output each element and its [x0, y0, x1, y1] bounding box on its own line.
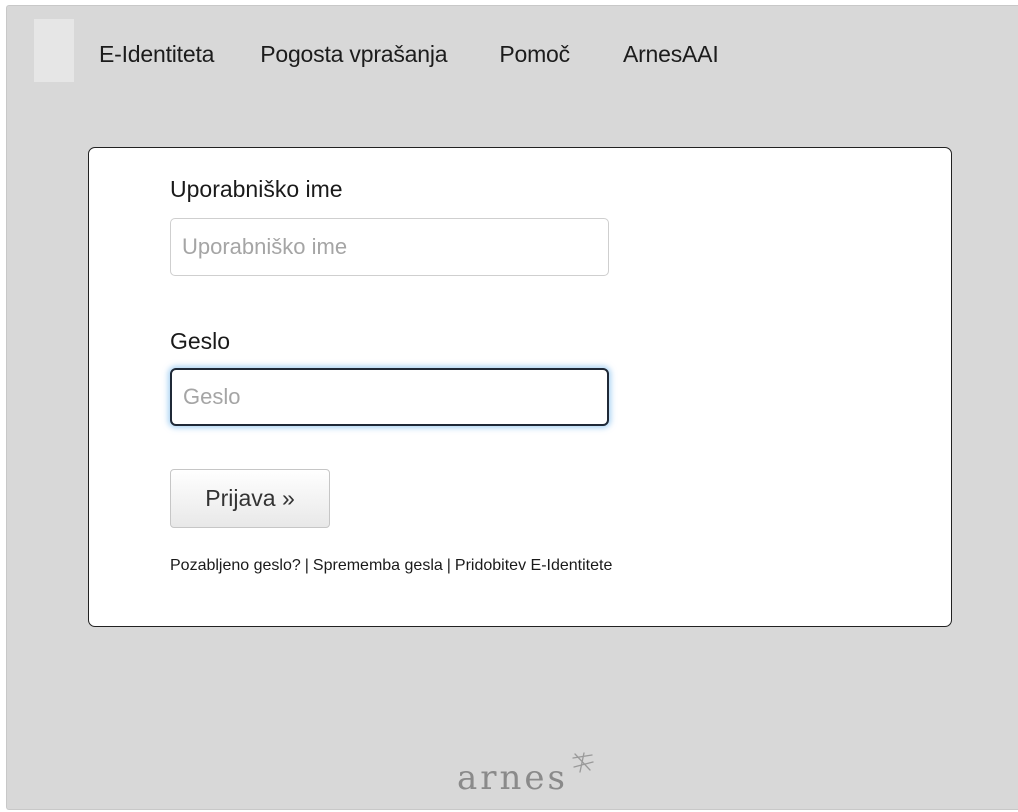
arnes-logo: arnes — [457, 752, 596, 798]
password-label: Geslo — [170, 328, 231, 354]
nav-link-e-identiteta[interactable]: E-Identiteta — [99, 41, 214, 68]
link-separator: | — [446, 557, 451, 574]
nav-link-help[interactable]: Pomoč — [499, 41, 570, 68]
nav-home-block[interactable] — [34, 19, 74, 82]
change-password-link[interactable]: Sprememba gesla — [313, 557, 443, 574]
username-input[interactable] — [170, 218, 609, 276]
login-button[interactable]: Prijava » — [170, 469, 330, 528]
nav-link-faq[interactable]: Pogosta vprašanja — [260, 41, 447, 68]
forgot-password-link[interactable]: Pozabljeno geslo? — [170, 557, 301, 574]
nav-link-arnesaai[interactable]: ArnesAAI — [623, 41, 719, 68]
username-label: Uporabniško ime — [170, 176, 343, 202]
page: E-Identiteta Pogosta vprašanja Pomoč Arn… — [0, 0, 1018, 812]
arnes-star-icon — [572, 752, 594, 773]
logo-text: arnes — [457, 758, 568, 798]
main-panel: E-Identiteta Pogosta vprašanja Pomoč Arn… — [6, 5, 1018, 810]
password-input[interactable] — [170, 368, 609, 426]
link-separator: | — [304, 557, 309, 574]
obtain-identity-link[interactable]: Pridobitev E-Identitete — [455, 557, 612, 574]
top-navigation: E-Identiteta Pogosta vprašanja Pomoč Arn… — [99, 36, 719, 72]
login-card: Uporabniško ime Geslo Prijava » Pozablje… — [88, 147, 952, 627]
account-links: Pozabljeno geslo? | Sprememba gesla | Pridob… — [170, 557, 612, 575]
